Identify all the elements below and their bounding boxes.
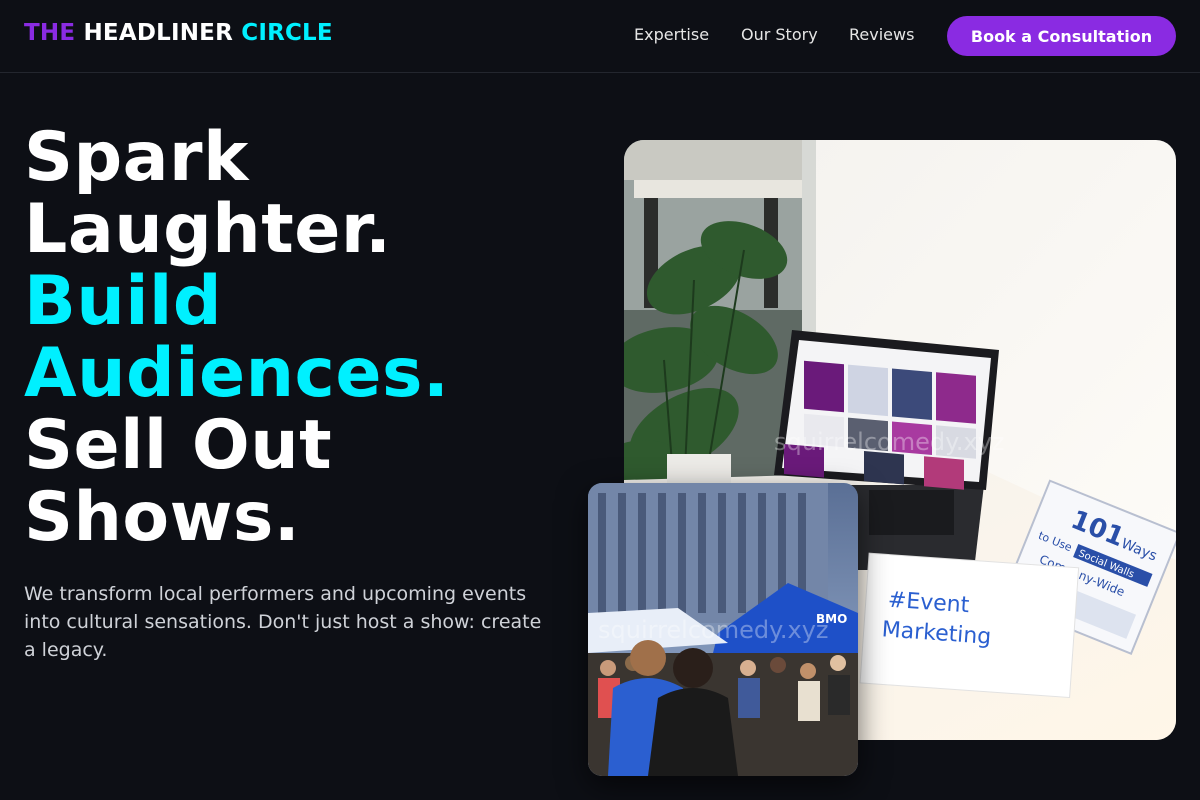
headline-line: Spark	[24, 118, 249, 197]
watermark-text: squirrelcomedy.xyz	[598, 616, 829, 644]
nav-link-our-story[interactable]: Our Story	[741, 25, 818, 44]
logo-word-headliner: HEADLINER	[83, 20, 234, 46]
brand-logo[interactable]: THE HEADLINER CIRCLE	[24, 20, 333, 46]
nav-link-reviews[interactable]: Reviews	[849, 25, 914, 44]
festival-crowd-photo: BMO squirrelcomedy.xyz	[588, 483, 858, 776]
headline-line: Shows.	[24, 478, 301, 557]
nav-link-expertise[interactable]: Expertise	[634, 25, 709, 44]
hero-subtitle: We transform local performers and upcomi…	[24, 583, 542, 661]
top-nav: THE HEADLINER CIRCLE Expertise Our Story…	[0, 0, 1200, 73]
headline-accent-line: Build	[24, 262, 223, 341]
headline-line: Sell Out	[24, 406, 333, 485]
logo-word-circle: CIRCLE	[241, 20, 333, 46]
watermark-text: squirrelcomedy.xyz	[774, 428, 1005, 456]
book-consultation-button[interactable]: Book a Consultation	[947, 16, 1176, 56]
hero-headline: Spark Laughter. Build Audiences. Sell Ou…	[24, 122, 449, 554]
headline-accent-line: Audiences.	[24, 334, 450, 413]
festival-crowd-illustration: BMO squirrelcomedy.xyz	[588, 483, 858, 776]
headline-line: Laughter.	[24, 190, 392, 269]
logo-word-the: THE	[24, 20, 76, 46]
